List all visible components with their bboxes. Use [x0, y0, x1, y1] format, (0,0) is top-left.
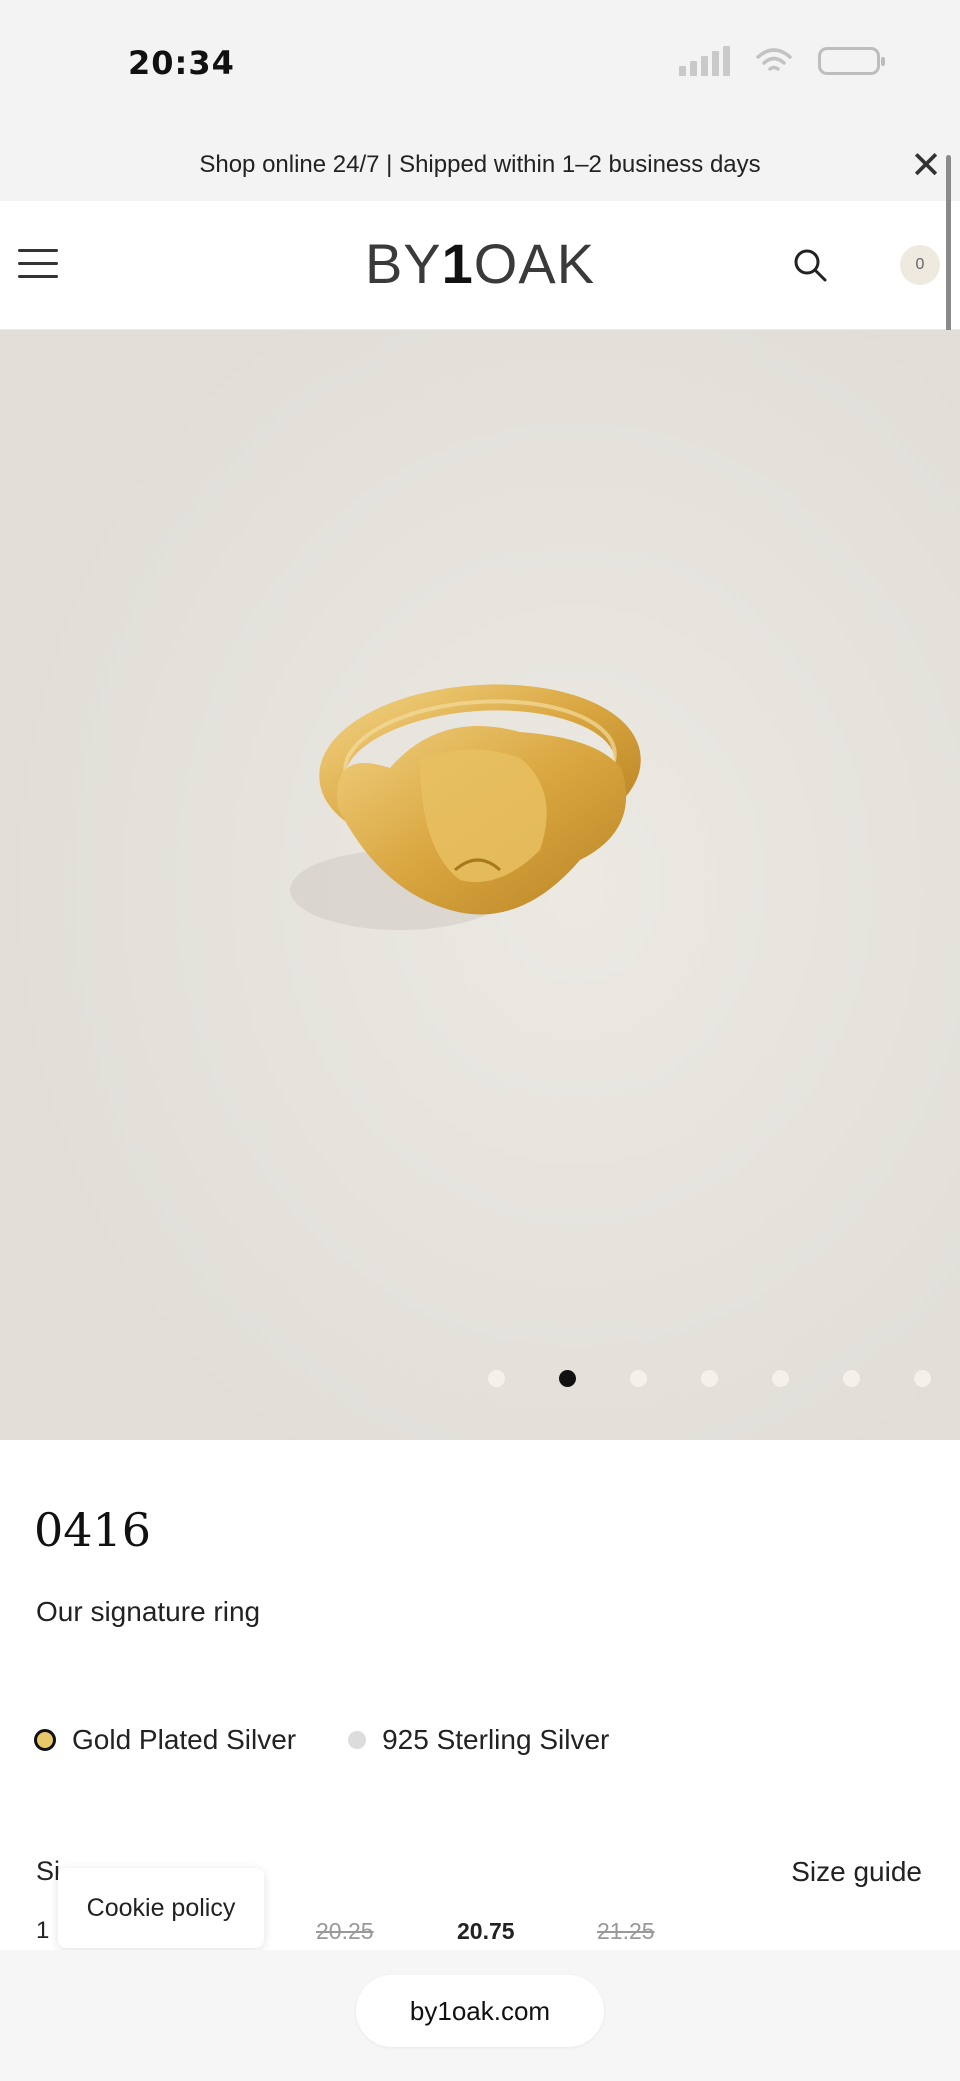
status-time: 20:34	[128, 44, 235, 82]
silver-swatch-icon	[348, 1731, 367, 1749]
size-label: Si	[36, 1856, 61, 1886]
product-tagline: Our signature ring	[36, 1596, 261, 1627]
variant-selector: Gold Plated Silver 925 Sterling Silver	[34, 1724, 661, 1756]
carousel-dot-1[interactable]	[488, 1370, 505, 1387]
status-bar: 20:34	[0, 0, 960, 135]
variant-sterling-silver[interactable]: 925 Sterling Silver	[348, 1724, 609, 1756]
logo-prefix: BY	[364, 232, 442, 295]
variant-gold-plated[interactable]: Gold Plated Silver	[34, 1724, 296, 1756]
size-option[interactable]: 20.75	[457, 1918, 515, 1945]
site-header: BY1OAK 0	[0, 201, 960, 330]
address-bar[interactable]: by1oak.com	[356, 1975, 604, 2047]
carousel-dot-6[interactable]	[843, 1370, 860, 1387]
product-title: 0416	[34, 1503, 152, 1557]
variant-label: 925 Sterling Silver	[382, 1724, 610, 1755]
battery-icon	[818, 47, 885, 75]
size-option[interactable]: 21.25	[597, 1918, 655, 1945]
carousel-dot-4[interactable]	[701, 1370, 718, 1387]
close-icon[interactable]: ✕	[910, 143, 942, 188]
carousel-dot-7[interactable]	[914, 1370, 931, 1387]
search-icon[interactable]	[790, 245, 830, 285]
cart-count-badge[interactable]: 0	[900, 245, 940, 285]
carousel-dot-3[interactable]	[630, 1370, 647, 1387]
cookie-policy-button[interactable]: Cookie policy	[58, 1868, 264, 1948]
product-image[interactable]	[0, 330, 960, 1440]
signal-icon	[679, 46, 730, 76]
wifi-icon	[756, 48, 792, 71]
gold-swatch-icon	[34, 1729, 56, 1751]
logo-suffix: OAK	[473, 232, 596, 295]
status-icons	[679, 46, 885, 76]
size-option-partial[interactable]: 1	[36, 1917, 49, 1945]
ring-image	[0, 330, 960, 1440]
size-option[interactable]: 20.25	[316, 1918, 374, 1945]
size-guide-link[interactable]: Size guide	[791, 1856, 922, 1888]
announcement-bar: Shop online 24/7 | Shipped within 1–2 bu…	[0, 135, 960, 201]
carousel-dot-2[interactable]	[559, 1370, 576, 1387]
variant-label: Gold Plated Silver	[72, 1724, 297, 1755]
logo-one: 1	[441, 232, 474, 295]
announcement-text: Shop online 24/7 | Shipped within 1–2 bu…	[199, 151, 761, 178]
carousel-dots	[0, 1370, 960, 1390]
carousel-dot-5[interactable]	[772, 1370, 789, 1387]
